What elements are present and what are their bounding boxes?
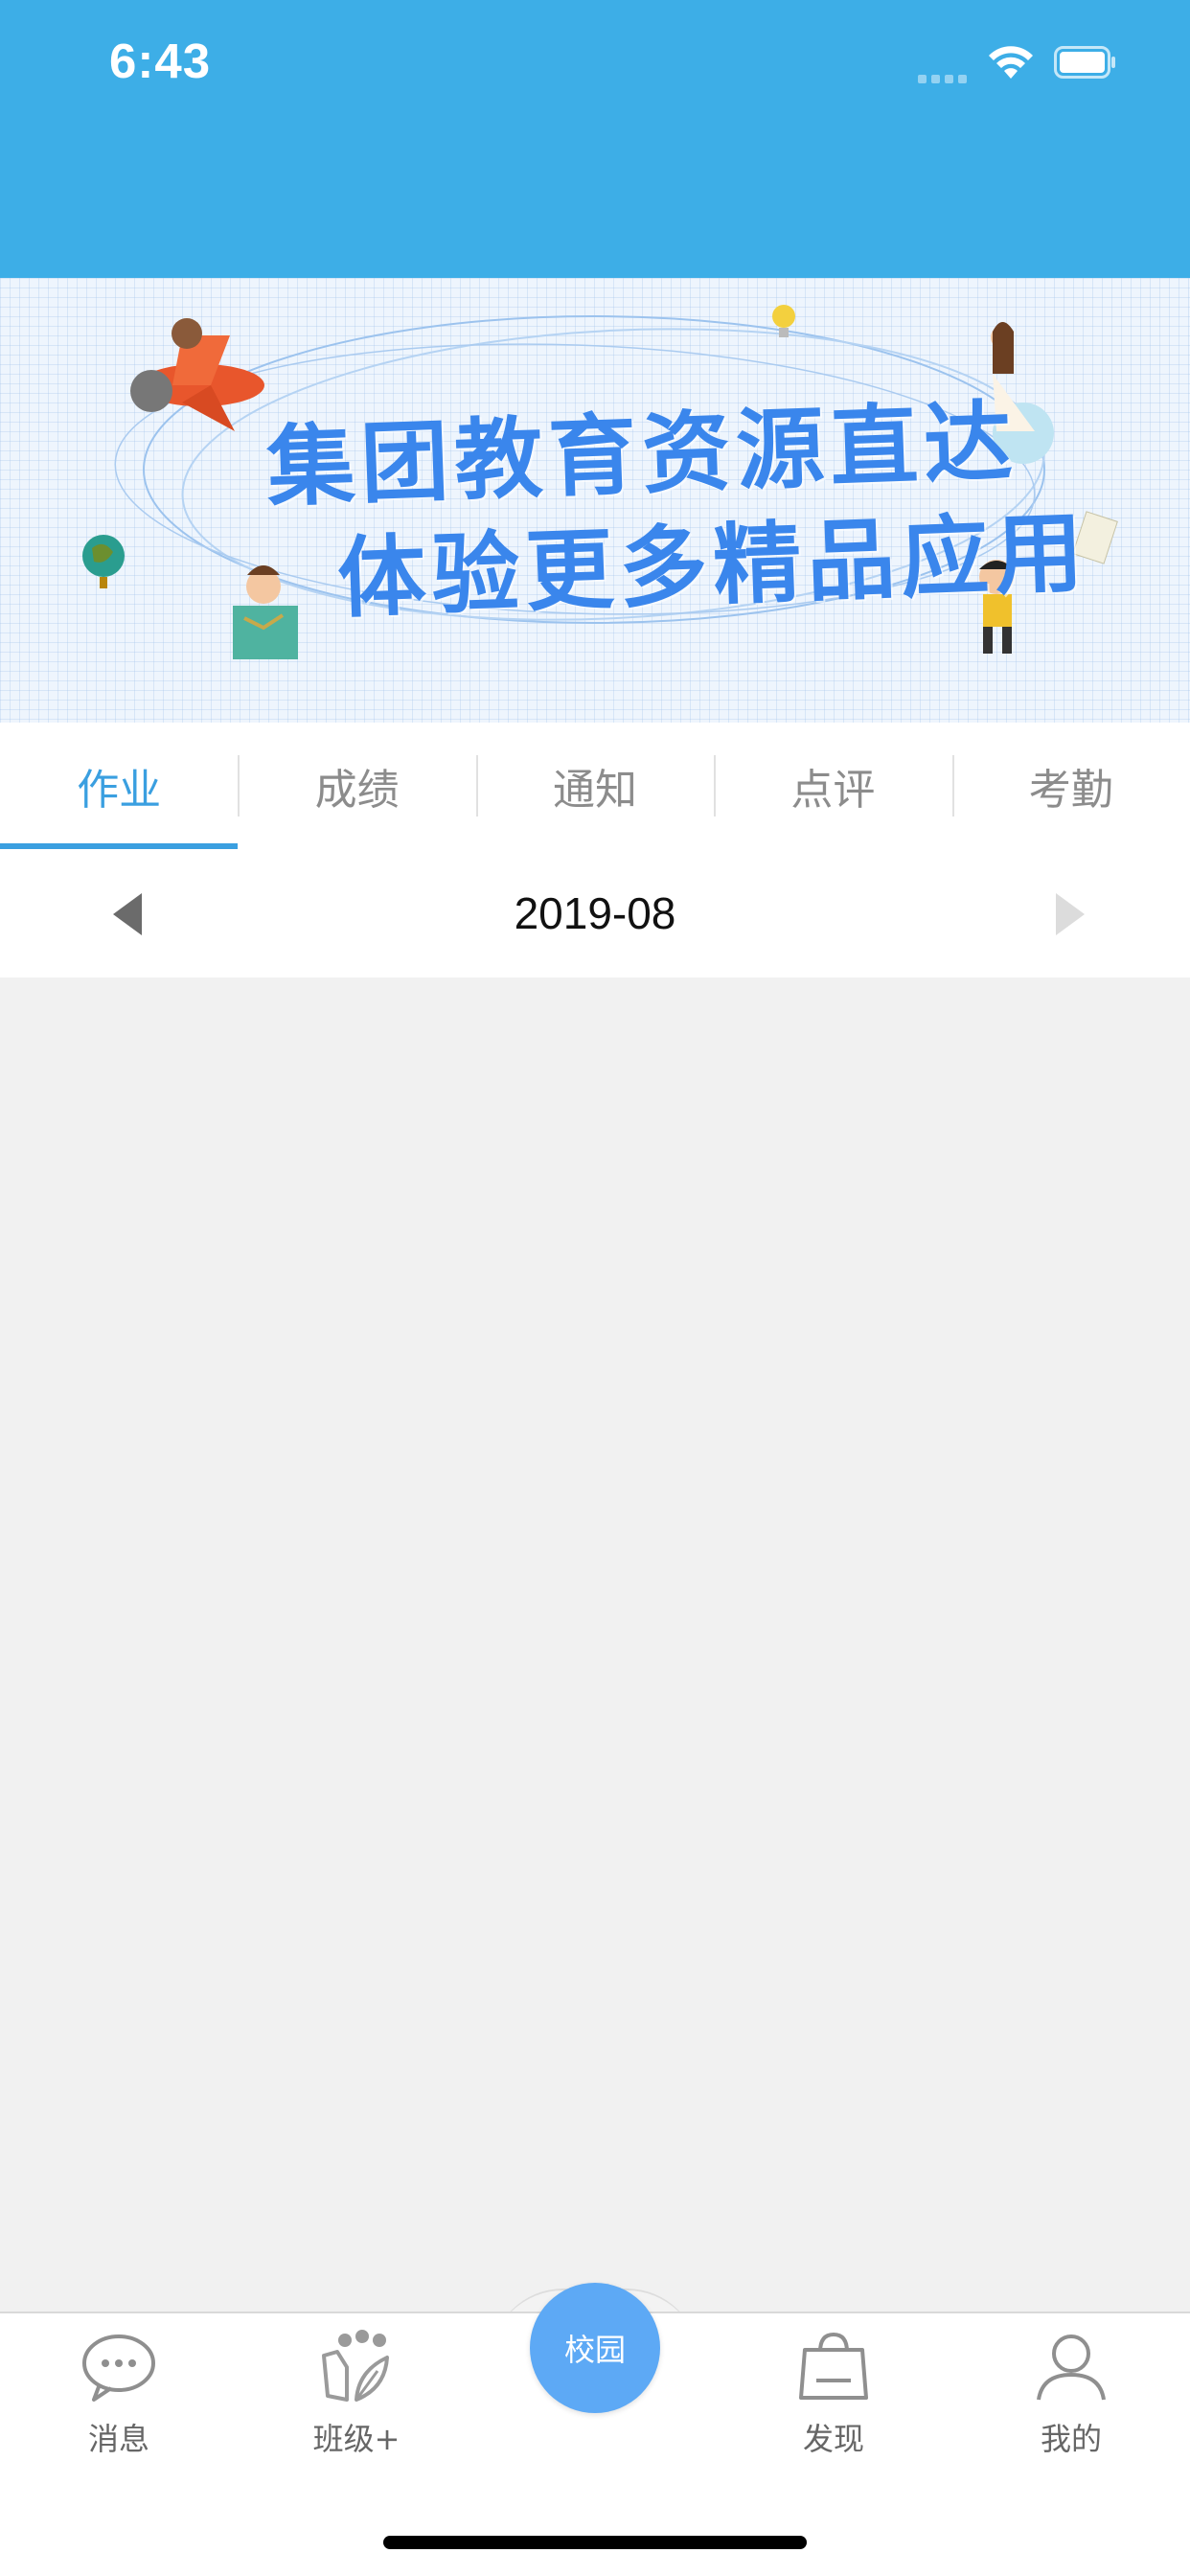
cellular-signal-icon (918, 69, 972, 83)
banner-headline-2: 体验更多精品应用 (335, 501, 1090, 631)
girl-with-map-illustration (233, 565, 298, 659)
nav-discover-label: 发现 (802, 2421, 864, 2457)
shopping-bag-icon (799, 2332, 868, 2400)
nav-discover[interactable]: 发现 (715, 2313, 952, 2476)
category-tabs: 作业 成绩 通知 点评 考勤 (0, 723, 1190, 849)
promo-banner[interactable]: 集团教育资源直达 体验更多精品应用 (0, 278, 1190, 723)
month-selector: 2019-08 (0, 849, 1190, 978)
nav-profile-label: 我的 (1040, 2421, 1102, 2457)
tab-grades[interactable]: 成绩 (238, 723, 475, 849)
nav-class-label: 班级+ (312, 2421, 400, 2457)
class-group-icon (322, 2330, 389, 2402)
nav-profile[interactable]: 我的 (952, 2313, 1190, 2476)
homework-list-area (0, 978, 1190, 2312)
nav-messages[interactable]: 消息 (0, 2313, 238, 2476)
triangle-left-icon[interactable] (107, 887, 155, 941)
nav-class[interactable]: 班级+ (238, 2313, 475, 2476)
home-indicator[interactable] (383, 2536, 807, 2549)
chat-bubble-icon (82, 2334, 155, 2402)
tab-homework[interactable]: 作业 (0, 723, 239, 849)
wifi-icon (989, 46, 1033, 79)
tab-reviews[interactable]: 点评 (714, 723, 951, 849)
campus-button[interactable]: 校园 (530, 2283, 660, 2413)
battery-icon (1054, 46, 1115, 79)
current-month: 2019-08 (514, 888, 676, 938)
nav-messages-label: 消息 (87, 2421, 149, 2457)
header-bar: 6:43 (0, 0, 1190, 278)
status-time: 6:43 (109, 34, 212, 88)
tab-attendance[interactable]: 考勤 (951, 723, 1190, 849)
tab-notices[interactable]: 通知 (475, 723, 714, 849)
triangle-right-icon[interactable] (1042, 887, 1090, 941)
globe-illustration (82, 535, 125, 588)
user-icon (1037, 2334, 1106, 2401)
